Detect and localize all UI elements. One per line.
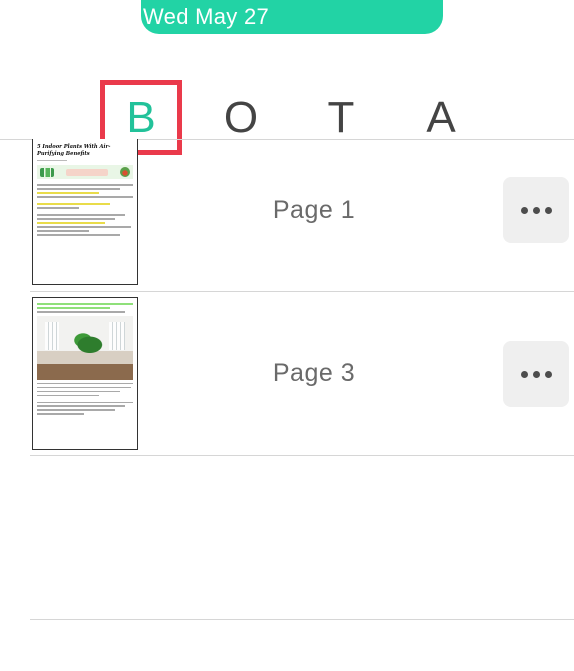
more-horizontal-icon bbox=[520, 370, 528, 378]
thumbnail-title: 5 Indoor Plants With Air-Purifying Benef… bbox=[37, 144, 111, 157]
page-3-thumbnail[interactable] bbox=[32, 297, 138, 450]
more-horizontal-icon bbox=[520, 206, 528, 214]
thumbnail-photo bbox=[37, 315, 133, 380]
page-3-more-button[interactable] bbox=[503, 341, 569, 407]
page-1-thumbnail[interactable]: 5 Indoor Plants With Air-Purifying Benef… bbox=[32, 139, 138, 285]
status-pill: Wed May 27 bbox=[141, 0, 443, 34]
tab-o[interactable]: O bbox=[211, 90, 271, 146]
page-3-label: Page 3 bbox=[272, 359, 356, 387]
page-1-more-button[interactable] bbox=[503, 177, 569, 243]
date-label: Wed May 27 bbox=[143, 4, 270, 29]
thumbnail-banner bbox=[37, 165, 133, 179]
divider bbox=[30, 291, 574, 292]
logo-icon bbox=[40, 167, 54, 177]
divider bbox=[30, 455, 574, 456]
divider bbox=[30, 619, 574, 620]
tab-a[interactable]: A bbox=[411, 90, 471, 146]
tab-b[interactable]: B bbox=[111, 90, 171, 146]
tag-graphic bbox=[66, 168, 108, 176]
tab-t[interactable]: T bbox=[311, 90, 371, 146]
plant-icon bbox=[120, 167, 130, 177]
page-1-label: Page 1 bbox=[272, 196, 356, 224]
thumbnail-meta-line bbox=[37, 160, 67, 161]
